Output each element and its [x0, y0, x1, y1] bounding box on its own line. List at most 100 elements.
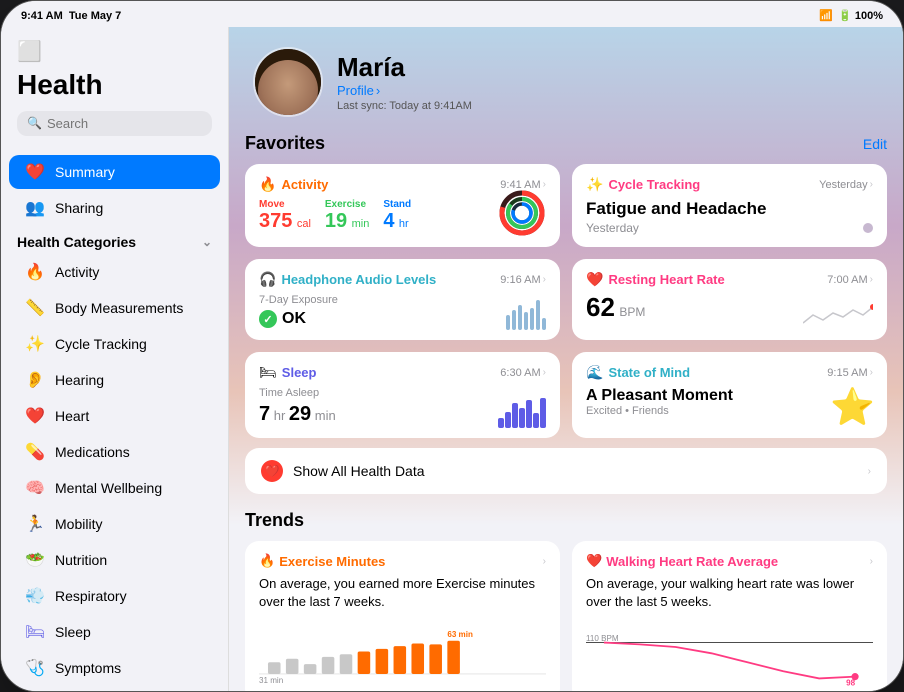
favorites-edit-button[interactable]: Edit [863, 136, 887, 152]
sleep-card-icon: 🛏 [259, 364, 277, 381]
bpm-unit: BPM [619, 305, 645, 319]
exercise-trend-icon: 🔥 [259, 553, 275, 569]
sidebar-header: ⬜ Health 🔍 🎤 [1, 39, 228, 154]
sidebar-item-symptoms[interactable]: 🩺 Symptoms [9, 651, 220, 685]
stand-label: Stand [383, 199, 411, 210]
state-of-mind-card-title: State of Mind [608, 365, 690, 380]
cycle-symptom: Fatigue and Headache [586, 199, 873, 219]
sidebar-item-symptoms-label: Symptoms [55, 660, 121, 676]
cycle-date: Yesterday [586, 221, 873, 235]
profile-header: María Profile › Last sync: Today at 9:41… [229, 27, 903, 133]
mobility-icon: 🏃 [25, 514, 45, 534]
favorites-header: Favorites Edit [245, 133, 887, 154]
walking-heart-rate-trend-card[interactable]: ❤️ Walking Heart Rate Average › On avera… [572, 541, 887, 691]
heart-icon: ❤️ [25, 406, 45, 426]
walking-hr-trend-chart: 110 BPM 98 [586, 621, 873, 691]
wifi-icon: 📶 [819, 9, 833, 22]
sidebar-item-sharing[interactable]: 👥 Sharing [9, 191, 220, 225]
sharing-icon: 👥 [25, 198, 45, 218]
sidebar: ⬜ Health 🔍 🎤 ❤️ Summary 👥 Sharing [1, 27, 229, 691]
sidebar-item-body-measurements[interactable]: 📏 Body Measurements [9, 291, 220, 325]
headphone-card-chevron: › [543, 274, 546, 285]
sidebar-item-medications[interactable]: 💊 Medications [9, 435, 220, 469]
state-of-mind-card[interactable]: 🌊 State of Mind 9:15 AM › A Pleasant Mom… [572, 352, 887, 438]
exercise-trend-chart: 31 min [259, 621, 546, 691]
sidebar-item-vitals[interactable]: 📊 Vitals [9, 687, 220, 691]
stand-unit: hr [399, 218, 409, 230]
heart-rate-mini-chart [803, 295, 873, 330]
sidebar-item-activity-label: Activity [55, 264, 99, 280]
mental-wellbeing-icon: 🧠 [25, 478, 45, 498]
trends-section: Trends 🔥 Exercise Minutes › On average, … [229, 510, 903, 691]
favorites-section: Favorites Edit 🔥 Activity 9:41 AM [229, 133, 903, 510]
ok-status-text: OK [282, 310, 306, 328]
battery-icon: 🔋 100% [838, 9, 883, 22]
exercise-minutes-trend-card[interactable]: 🔥 Exercise Minutes › On average, you ear… [245, 541, 560, 691]
sidebar-item-mental-label: Mental Wellbeing [55, 480, 162, 496]
show-all-health-data-button[interactable]: ❤️ Show All Health Data › [245, 448, 887, 494]
health-categories-title: Health Categories [17, 234, 136, 250]
activity-icon: 🔥 [25, 262, 45, 282]
exercise-label: Exercise [325, 199, 369, 210]
activity-card-title: Activity [281, 177, 328, 192]
activity-rings [498, 189, 546, 237]
heart-rate-card-chevron: › [870, 274, 873, 285]
health-categories-header: Health Categories ⌄ [1, 226, 228, 254]
sidebar-item-heart[interactable]: ❤️ Heart [9, 399, 220, 433]
exercise-unit: min [352, 218, 370, 230]
sidebar-item-mobility-label: Mobility [55, 516, 102, 532]
activity-card[interactable]: 🔥 Activity 9:41 AM › Move 375 [245, 164, 560, 247]
app-container: ⬜ Health 🔍 🎤 ❤️ Summary 👥 Sharing [1, 27, 903, 691]
sidebar-item-mobility[interactable]: 🏃 Mobility [9, 507, 220, 541]
walking-hr-trend-chevron: › [870, 556, 873, 567]
sidebar-item-summary[interactable]: ❤️ Summary [9, 155, 220, 189]
headphone-audio-card[interactable]: 🎧 Headphone Audio Levels 9:16 AM › 7-Day… [245, 259, 560, 340]
exercise-trend-title: 🔥 Exercise Minutes [259, 553, 385, 569]
profile-link[interactable]: Profile › [337, 83, 472, 98]
sidebar-item-cycle-label: Cycle Tracking [55, 336, 147, 352]
sidebar-item-cycle-tracking[interactable]: ✨ Cycle Tracking [9, 327, 220, 361]
sidebar-item-respiratory[interactable]: 💨 Respiratory [9, 579, 220, 613]
sidebar-item-nutrition[interactable]: 🥗 Nutrition [9, 543, 220, 577]
search-bar[interactable]: 🔍 🎤 [17, 111, 212, 136]
sleep-card[interactable]: 🛏 Sleep 6:30 AM › Time Asleep 7 hr 29 mi… [245, 352, 560, 438]
headphone-icon: 🎧 [259, 271, 276, 288]
sidebar-item-activity[interactable]: 🔥 Activity [9, 255, 220, 289]
sleep-mini-chart [498, 393, 546, 428]
cycle-card-time: Yesterday [819, 179, 868, 191]
body-measurements-icon: 📏 [25, 298, 45, 318]
main-content: María Profile › Last sync: Today at 9:41… [229, 27, 903, 691]
sidebar-item-sleep-label: Sleep [55, 624, 91, 640]
app-title: Health [17, 70, 212, 101]
heart-rate-card-title: Resting Heart Rate [608, 272, 724, 287]
cycle-card-title: Cycle Tracking [608, 177, 700, 192]
trends-header: Trends [245, 510, 887, 531]
sidebar-panel-icon: ⬜ [17, 39, 212, 64]
move-unit: cal [297, 218, 311, 230]
favorites-grid: 🔥 Activity 9:41 AM › Move 375 [245, 164, 887, 438]
chevron-right-icon: › [376, 83, 380, 98]
status-bar: 9:41 AM Tue May 7 📶 🔋 100% [1, 1, 903, 26]
search-input[interactable] [47, 116, 223, 131]
cycle-tracking-card[interactable]: ✨ Cycle Tracking Yesterday › Fatigue and… [572, 164, 887, 247]
headphone-card-title: Headphone Audio Levels [281, 272, 436, 287]
sidebar-navigation: ❤️ Summary 👥 Sharing Health Categories ⌄… [1, 154, 228, 691]
headphone-card-time: 9:16 AM [500, 274, 540, 286]
sidebar-item-hearing[interactable]: 👂 Hearing [9, 363, 220, 397]
cycle-dot [863, 223, 873, 233]
sleep-card-time: 6:30 AM [500, 367, 540, 379]
medications-icon: 💊 [25, 442, 45, 462]
sidebar-item-sharing-label: Sharing [55, 200, 103, 216]
trends-grid: 🔥 Exercise Minutes › On average, you ear… [245, 541, 887, 691]
walking-hr-trend-icon: ❤️ [586, 553, 602, 569]
sidebar-item-medications-label: Medications [55, 444, 130, 460]
resting-heart-rate-card[interactable]: ❤️ Resting Heart Rate 7:00 AM › 62 BPM [572, 259, 887, 340]
svg-text:98: 98 [846, 679, 855, 688]
sidebar-item-sleep[interactable]: 🛏 Sleep [9, 615, 220, 649]
svg-text:110 BPM: 110 BPM [586, 634, 619, 643]
sleep-card-title: Sleep [282, 365, 317, 380]
sidebar-item-mental-wellbeing[interactable]: 🧠 Mental Wellbeing [9, 471, 220, 505]
move-label: Move [259, 199, 311, 210]
stand-value: 4 [383, 210, 394, 232]
state-of-mind-icon: 🌊 [586, 364, 603, 381]
